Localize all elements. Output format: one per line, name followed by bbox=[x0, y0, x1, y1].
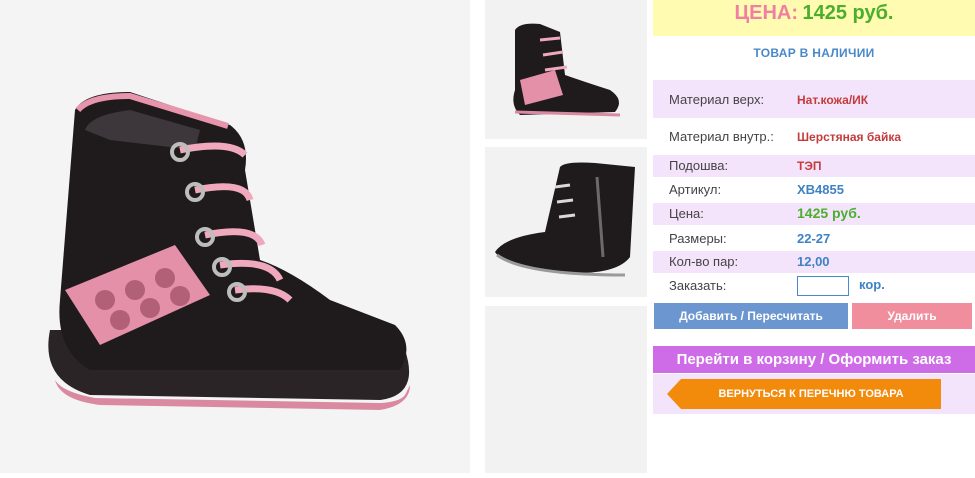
go-to-cart-button[interactable]: Перейти в корзину / Оформить заказ bbox=[653, 346, 975, 373]
spec-label: Материал верх: bbox=[669, 92, 765, 107]
product-thumbnail-2[interactable] bbox=[485, 147, 647, 297]
spec-label: Подошва: bbox=[669, 158, 729, 173]
spec-row-article: Артикул: XB4855 bbox=[653, 179, 975, 201]
boot-side-illustration bbox=[48, 92, 410, 410]
order-row: Заказать: кор. bbox=[653, 275, 975, 297]
spec-value: 22-27 bbox=[797, 231, 831, 246]
back-to-list-button[interactable]: ВЕРНУТЬСЯ К ПЕРЕЧНЮ ТОВАРА bbox=[667, 379, 941, 409]
price-value: 1425 руб. bbox=[802, 2, 894, 24]
boot-thumbnail-side bbox=[513, 23, 621, 117]
product-thumbnail-1[interactable] bbox=[485, 0, 647, 139]
quantity-input[interactable] bbox=[797, 276, 849, 296]
spec-row-price: Цена: 1425 руб. bbox=[653, 203, 975, 225]
product-main-image[interactable] bbox=[0, 0, 470, 473]
spec-value: 1425 руб. bbox=[797, 205, 861, 221]
product-thumbnail-3[interactable] bbox=[485, 306, 647, 473]
spec-value: ТЭП bbox=[797, 159, 822, 173]
spec-row-material-top: Материал верх: Нат.кожа/ИК bbox=[653, 80, 975, 118]
spec-row-pairs: Кол-во пар: 12,00 bbox=[653, 251, 975, 273]
spec-value: XB4855 bbox=[797, 182, 844, 197]
spec-label: Кол-во пар: bbox=[669, 254, 739, 269]
price-banner: ЦЕНА: 1425 руб. bbox=[653, 0, 975, 36]
spec-value: Нат.кожа/ИК bbox=[797, 93, 869, 107]
spec-label: Артикул: bbox=[669, 182, 722, 197]
order-unit: кор. bbox=[859, 277, 885, 292]
boot-thumbnail-back bbox=[495, 162, 635, 277]
order-label: Заказать: bbox=[669, 278, 727, 293]
spec-value: 12,00 bbox=[797, 254, 830, 269]
delete-button[interactable]: Удалить bbox=[852, 303, 972, 329]
spec-row-material-inner: Материал внутр.: Шерстяная байка bbox=[653, 118, 975, 154]
spec-row-sizes: Размеры: 22-27 bbox=[653, 228, 975, 250]
back-button-container: ВЕРНУТЬСЯ К ПЕРЕЧНЮ ТОВАРА bbox=[653, 374, 975, 414]
price-label: ЦЕНА: bbox=[734, 2, 799, 24]
add-recalculate-button[interactable]: Добавить / Пересчитать bbox=[654, 303, 848, 329]
spec-label: Цена: bbox=[669, 206, 704, 221]
stock-status: ТОВАР В НАЛИЧИИ bbox=[753, 46, 875, 60]
spec-value: Шерстяная байка bbox=[797, 130, 902, 144]
spec-label: Материал внутр.: bbox=[669, 129, 774, 144]
spec-row-sole: Подошва: ТЭП bbox=[653, 155, 975, 177]
spec-label: Размеры: bbox=[669, 231, 727, 246]
